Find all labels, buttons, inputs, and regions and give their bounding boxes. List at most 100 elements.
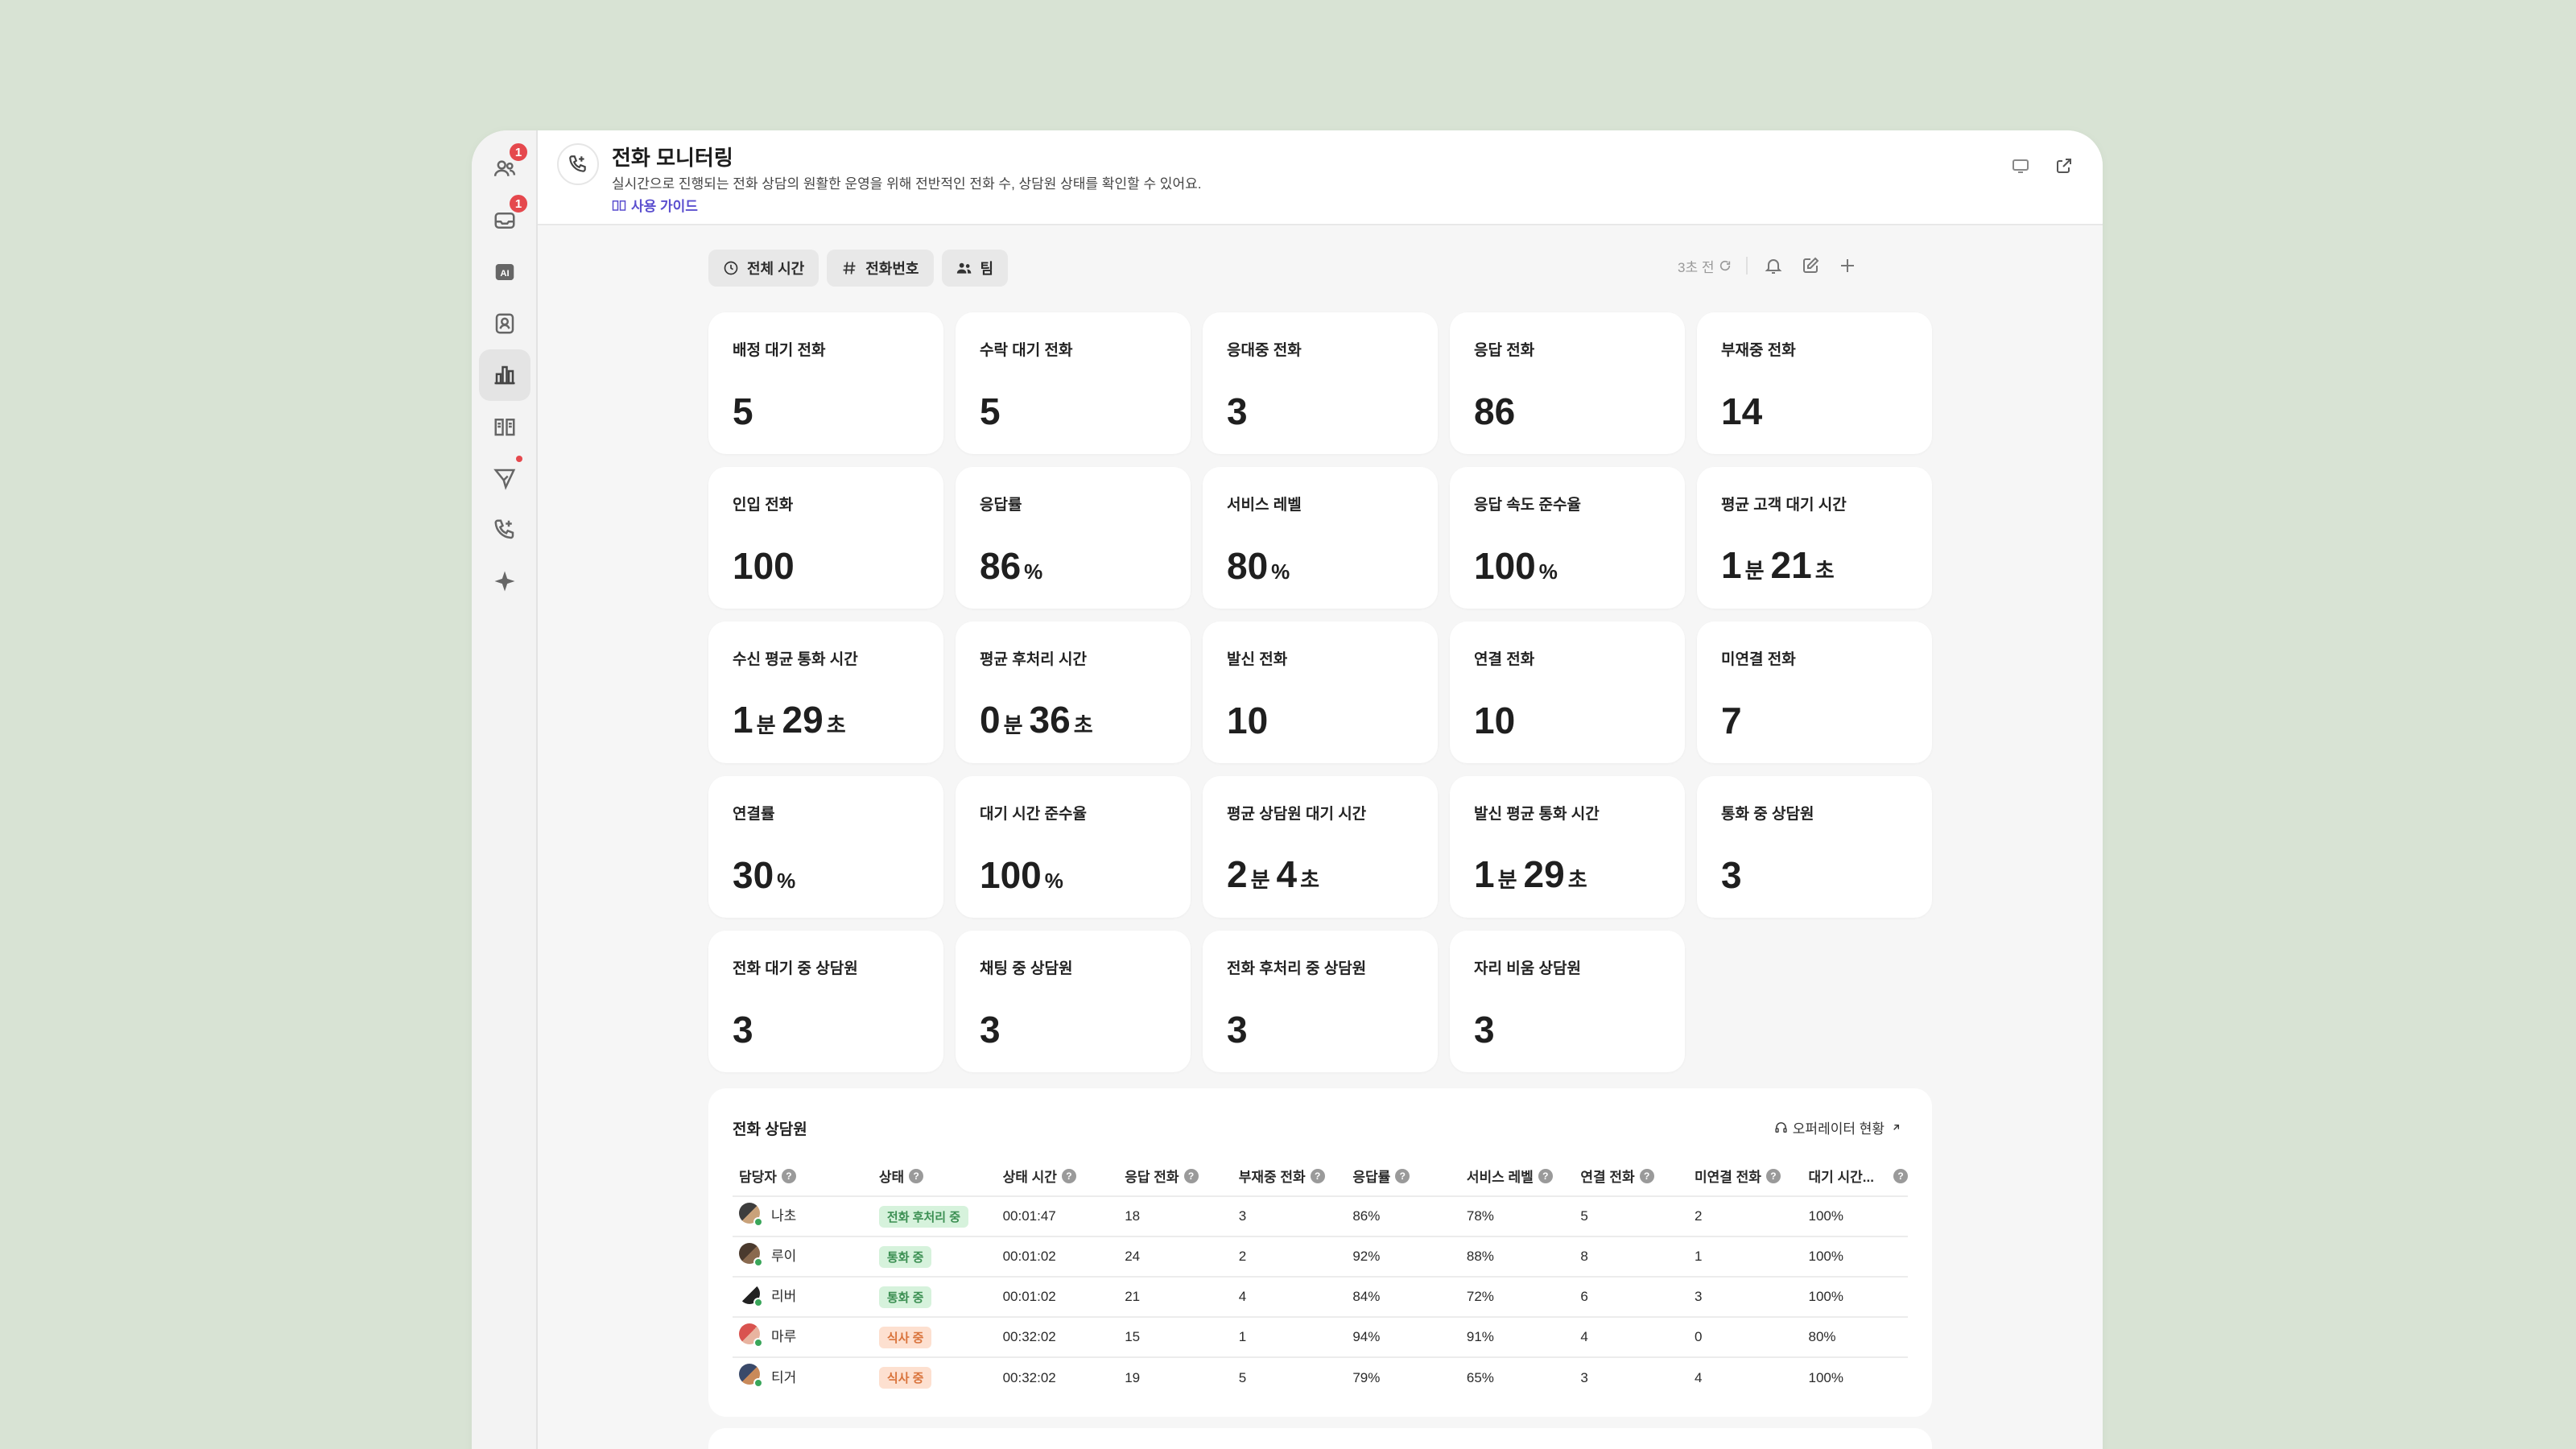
metric-card: 발신 전화 10 [1203, 621, 1438, 763]
sidebar-item-ai-assistant[interactable] [479, 555, 530, 607]
user-guide-link[interactable]: 사용 가이드 [612, 195, 698, 215]
table-cell: 3 [1232, 1195, 1347, 1236]
table-header-row: 담당자? 상태? 상태 시간? 응답 전화? 부재중 전화? 응답률? 서비스 레벨? 연결 … [733, 1156, 1908, 1196]
metric-unit: 분 [1497, 868, 1517, 892]
filter-team[interactable]: 팀 [941, 250, 1009, 287]
metric-value: 1 분 21 초 [1721, 547, 1835, 584]
table-cell: 00:01:47 [996, 1195, 1119, 1236]
metric-label: 평균 상담원 대기 시간 [1227, 806, 1367, 823]
notification-badge: 1 [508, 193, 529, 214]
column-header[interactable]: 응답 전화? [1118, 1156, 1232, 1196]
sidebar-item-phone[interactable] [479, 504, 530, 555]
page-description: 실시간으로 진행되는 전화 상담의 원활한 운영을 위해 전반적인 전화 수, … [612, 176, 1202, 192]
metric-value: 1 분 29 초 [733, 701, 846, 739]
metric-card: 응답 속도 준수율 100% [1450, 467, 1685, 609]
metric-card: 배정 대기 전화 5 [708, 312, 943, 454]
chart-icon [494, 365, 515, 385]
column-header-label: 응답률 [1352, 1170, 1391, 1185]
column-header[interactable]: 연결 전화? [1574, 1156, 1688, 1196]
sidebar-item-knowledge[interactable] [479, 401, 530, 452]
metric-label: 발신 전화 [1227, 651, 1288, 668]
agent-cell: 티거 [733, 1356, 873, 1397]
operator-status-label: 오퍼레이터 현황 [1792, 1121, 1885, 1137]
column-header[interactable]: 응답률? [1346, 1156, 1460, 1196]
help-icon[interactable]: ? [1893, 1169, 1908, 1183]
column-header[interactable]: 대기 시간...? [1802, 1156, 1908, 1196]
help-icon[interactable]: ? [1765, 1168, 1781, 1183]
sidebar-item-contacts[interactable] [479, 298, 530, 349]
table-cell: 4 [1232, 1276, 1347, 1317]
table-row[interactable]: 마루 식사 중 00:32:02 15 1 94% 91% 4 0 80% [733, 1316, 1908, 1357]
avatar [739, 1242, 763, 1267]
metric-number: 2 [1227, 853, 1248, 895]
table-row[interactable]: 루이 통화 중 00:01:02 24 2 92% 88% 8 1 100% [733, 1236, 1908, 1277]
edit-button[interactable] [1799, 254, 1822, 277]
metric-value: 30% [733, 857, 795, 894]
metric-unit: 초 [1814, 559, 1835, 583]
help-icon[interactable]: ? [1395, 1168, 1410, 1183]
sidebar-item-users[interactable]: 1 [479, 142, 530, 195]
metric-card: 평균 후처리 시간 0 분 36 초 [956, 621, 1191, 763]
sidebar-item-inbox[interactable]: 1 [479, 193, 530, 246]
metric-label: 인입 전화 [733, 497, 794, 514]
display-mode-button[interactable] [2004, 150, 2037, 182]
status-badge: 식사 중 [878, 1367, 932, 1389]
metric-card: 대기 시간 준수율 100% [956, 776, 1191, 918]
column-header[interactable]: 서비스 레벨? [1460, 1156, 1575, 1196]
online-indicator [753, 1378, 763, 1388]
operator-status-link[interactable]: 오퍼레이터 현황 [1774, 1117, 1903, 1137]
table-row[interactable]: 리버 통화 중 00:01:02 21 4 84% 72% 6 3 100% [733, 1276, 1908, 1317]
agent-cell: 마루 [733, 1316, 873, 1357]
help-icon[interactable]: ? [781, 1168, 796, 1183]
filter-time[interactable]: 전체 시간 [708, 250, 819, 287]
column-header[interactable]: 상태? [873, 1156, 997, 1196]
sidebar-item-campaign[interactable] [479, 452, 530, 504]
metric-number: 100 [980, 854, 1042, 896]
phone-agents-panel: 전화 상담원 오퍼레이터 현황 담당자? 상태? 상태 시간? 응답 전화? 부재중 전… [708, 1088, 1932, 1417]
metric-unit: % [1044, 869, 1063, 893]
metric-label: 응답 전화 [1474, 342, 1535, 359]
column-header[interactable]: 상태 시간? [997, 1156, 1119, 1196]
help-icon[interactable]: ? [1639, 1168, 1654, 1183]
status-badge: 전화 후처리 중 [878, 1205, 969, 1228]
status-cell: 전화 후처리 중 [872, 1195, 997, 1236]
metric-value: 3 [1227, 393, 1248, 430]
column-header[interactable]: 담당자? [733, 1156, 873, 1196]
help-icon[interactable]: ? [1538, 1168, 1553, 1183]
column-header[interactable]: 미연결 전화? [1688, 1156, 1802, 1196]
metric-value: 3 [980, 1011, 1001, 1048]
metric-label: 응대중 전화 [1227, 342, 1302, 359]
sidebar-item-statistics[interactable] [479, 349, 530, 401]
refresh-button[interactable]: 3초 전 [1678, 256, 1732, 276]
metric-value: 3 [1227, 1011, 1248, 1048]
table-cell: 94% [1346, 1316, 1460, 1357]
table-cell: 5 [1232, 1356, 1347, 1397]
notification-button[interactable] [1762, 254, 1785, 277]
metric-card: 통화 중 상담원 3 [1697, 776, 1932, 918]
metric-number: 4 [1276, 853, 1298, 895]
table-cell: 88% [1459, 1236, 1575, 1277]
metric-value: 7 [1721, 702, 1742, 739]
help-icon[interactable]: ? [1310, 1168, 1325, 1183]
sidebar-item-ai[interactable]: AI [479, 246, 530, 298]
agent-name: 티거 [771, 1369, 797, 1385]
open-external-button[interactable] [2048, 150, 2080, 182]
edit-icon [1803, 257, 1819, 273]
add-widget-button[interactable] [1836, 254, 1859, 277]
metric-value: 5 [733, 393, 753, 430]
filter-phone-number[interactable]: 전화번호 [827, 250, 934, 287]
table-row[interactable]: 나초 전화 후처리 중 00:01:47 18 3 86% 78% 5 2 100% [733, 1195, 1908, 1236]
table-cell: 00:01:02 [996, 1236, 1119, 1277]
table-row[interactable]: 티거 식사 중 00:32:02 19 5 79% 65% 3 4 100% [733, 1356, 1908, 1397]
help-icon[interactable]: ? [909, 1168, 924, 1183]
table-cell: 1 [1687, 1236, 1802, 1277]
table-cell: 00:01:02 [996, 1276, 1119, 1317]
table-cell: 78% [1459, 1195, 1575, 1236]
column-header-label: 상태 [878, 1170, 905, 1185]
help-icon[interactable]: ? [1061, 1168, 1076, 1183]
table-cell: 79% [1346, 1356, 1460, 1397]
metric-number: 3 [733, 1009, 753, 1051]
column-header[interactable]: 부재중 전화? [1232, 1156, 1347, 1196]
help-icon[interactable]: ? [1183, 1168, 1199, 1183]
metric-label: 전화 대기 중 상담원 [733, 960, 858, 977]
